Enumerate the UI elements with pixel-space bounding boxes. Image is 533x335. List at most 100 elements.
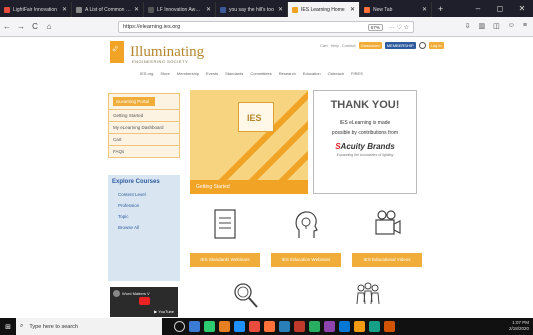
nav-item[interactable]: Committees: [250, 71, 271, 76]
close-tab-icon[interactable]: ✕: [278, 6, 283, 13]
embedded-video[interactable]: Word Matters V ▶ YouTube: [110, 287, 178, 317]
membership-button[interactable]: MEMBERSHIP: [384, 42, 416, 49]
web-page: IES Illuminating ENGINEERING SOCIETY Car…: [0, 37, 533, 335]
play-icon[interactable]: [139, 297, 150, 305]
word-icon[interactable]: [279, 321, 290, 332]
explore-item-topic[interactable]: Topic: [108, 211, 180, 222]
tab-list-common[interactable]: A List of Common No ✕: [72, 2, 144, 17]
pinned-apps: [174, 321, 395, 332]
firefox-icon[interactable]: [264, 321, 275, 332]
card-label[interactable]: IES Educational Videos: [352, 253, 422, 267]
address-bar[interactable]: https://elearning.ies.org 67% ··· ♡ ☆: [118, 21, 414, 33]
library-icon[interactable]: ▥: [479, 22, 486, 30]
sidebar-item-dashboard[interactable]: My eLearning Dashboard: [109, 121, 179, 133]
tab-lightfair[interactable]: LightFair Innovation ✕: [0, 2, 72, 17]
menu-icon[interactable]: ≡: [523, 22, 527, 30]
app-icon[interactable]: [204, 321, 215, 332]
logo-badge: IES: [111, 44, 120, 53]
system-tray[interactable]: 1:07 PM 2/18/2020: [509, 320, 529, 332]
cortana-icon[interactable]: [174, 321, 185, 332]
ies-logo-icon[interactable]: IES: [110, 41, 124, 63]
card-educational-videos[interactable]: IES Educational Videos: [352, 208, 422, 267]
start-button[interactable]: ⊞: [0, 323, 16, 331]
sidebar-icon[interactable]: ◫: [493, 22, 500, 30]
tab-ies-learning[interactable]: IES Learning Home ✕: [288, 2, 360, 17]
outlook-icon[interactable]: [339, 321, 350, 332]
banner-label[interactable]: Getting Started: [190, 180, 308, 194]
sidebar-item-faqs[interactable]: FAQs: [109, 145, 179, 157]
forward-button[interactable]: →: [14, 22, 28, 31]
thanks-line-1: IES eLearning is made: [339, 120, 391, 126]
close-tab-icon[interactable]: ✕: [134, 6, 139, 13]
minimize-button[interactable]: –: [467, 0, 489, 17]
onenote-icon[interactable]: [324, 321, 335, 332]
tab-you-say[interactable]: you say the hill's too ✕: [216, 2, 288, 17]
top-utility-links: Cart Help Contact Classroom MEMBERSHIP L…: [320, 42, 444, 49]
top-link[interactable]: Help: [331, 43, 339, 48]
downloads-icon[interactable]: ⇩: [465, 22, 471, 30]
top-link[interactable]: Contact: [342, 43, 356, 48]
favicon-icon: [148, 6, 154, 13]
favicon-icon: [292, 6, 298, 13]
classroom-button[interactable]: Classroom: [358, 42, 382, 49]
card-live-webinars[interactable]: IES Live Webinars: [313, 280, 423, 335]
close-tab-icon[interactable]: ✕: [422, 6, 427, 13]
account-icon[interactable]: ☺: [508, 22, 515, 30]
nav-item[interactable]: FIRES: [351, 71, 363, 76]
reload-button[interactable]: C: [28, 22, 42, 31]
sidebar-item-cart[interactable]: Cart: [109, 133, 179, 145]
nav-item[interactable]: Membership: [177, 71, 199, 76]
nav-item[interactable]: Research: [279, 71, 296, 76]
nav-item[interactable]: IES.org: [140, 71, 153, 76]
app-icon[interactable]: [354, 321, 365, 332]
card-standards-webinars[interactable]: IES Standards Webinars: [190, 208, 260, 267]
edge-icon[interactable]: [234, 321, 245, 332]
nav-item[interactable]: Events: [206, 71, 218, 76]
close-tab-icon[interactable]: ✕: [62, 6, 67, 13]
tab-lf-innovation[interactable]: LF Innovation Award 20 ✕: [144, 2, 216, 17]
login-button[interactable]: Log In: [428, 42, 444, 49]
camera-icon: [375, 210, 401, 235]
tab-title: New Tab: [373, 6, 393, 13]
portal-header[interactable]: eLearning Portal: [113, 97, 155, 106]
app-icon[interactable]: [369, 321, 380, 332]
nav-item[interactable]: Standards: [225, 71, 243, 76]
powerpoint-icon[interactable]: [294, 321, 305, 332]
sponsor-thank-you: THANK YOU! IES eLearning is made possibl…: [313, 90, 417, 194]
top-link[interactable]: Cart: [320, 43, 328, 48]
excel-icon[interactable]: [309, 321, 320, 332]
chrome-icon[interactable]: [249, 321, 260, 332]
tab-new-tab[interactable]: New Tab ✕: [360, 2, 432, 17]
task-view-icon[interactable]: [189, 321, 200, 332]
page-actions-icon[interactable]: ··· ♡ ☆: [389, 24, 409, 31]
nav-item[interactable]: Outreach: [328, 71, 344, 76]
explore-item-content-level[interactable]: Content Level: [108, 189, 180, 200]
youtube-logo[interactable]: ▶ YouTube: [154, 309, 174, 314]
sidebar-item-getting-started[interactable]: Getting Started: [109, 109, 179, 121]
close-tab-icon[interactable]: ✕: [350, 6, 355, 13]
back-button[interactable]: ←: [0, 22, 14, 31]
card-browse-all-courses[interactable]: Browse All Courses: [190, 280, 300, 335]
card-label[interactable]: IES Standards Webinars: [190, 253, 260, 267]
favicon-icon: [220, 6, 226, 13]
zoom-badge[interactable]: 67%: [367, 23, 383, 31]
search-icon: ⌕: [20, 323, 24, 329]
search-icon[interactable]: [418, 42, 426, 49]
card-education-webinars[interactable]: IES Education Webinars: [271, 208, 341, 267]
card-label[interactable]: IES Education Webinars: [271, 253, 341, 267]
taskbar-search[interactable]: ⌕ Type here to search: [16, 318, 162, 335]
nav-item[interactable]: Store: [160, 71, 170, 76]
nav-item[interactable]: Education: [303, 71, 321, 76]
maximize-button[interactable]: ◻: [489, 0, 511, 17]
getting-started-banner[interactable]: IES Getting Started: [190, 90, 308, 194]
new-tab-button[interactable]: +: [438, 4, 443, 14]
close-window-button[interactable]: ✕: [511, 0, 533, 17]
close-tab-icon[interactable]: ✕: [206, 6, 211, 13]
app-icon[interactable]: [384, 321, 395, 332]
home-button[interactable]: ⌂: [42, 22, 56, 31]
file-explorer-icon[interactable]: [219, 321, 230, 332]
elearning-portal-menu: eLearning Portal Getting Started My eLea…: [108, 93, 180, 158]
sponsor-logo[interactable]: SAcuity Brands: [314, 142, 416, 151]
explore-item-browse-all[interactable]: Browse All: [108, 222, 180, 233]
explore-item-profession[interactable]: Profession: [108, 200, 180, 211]
